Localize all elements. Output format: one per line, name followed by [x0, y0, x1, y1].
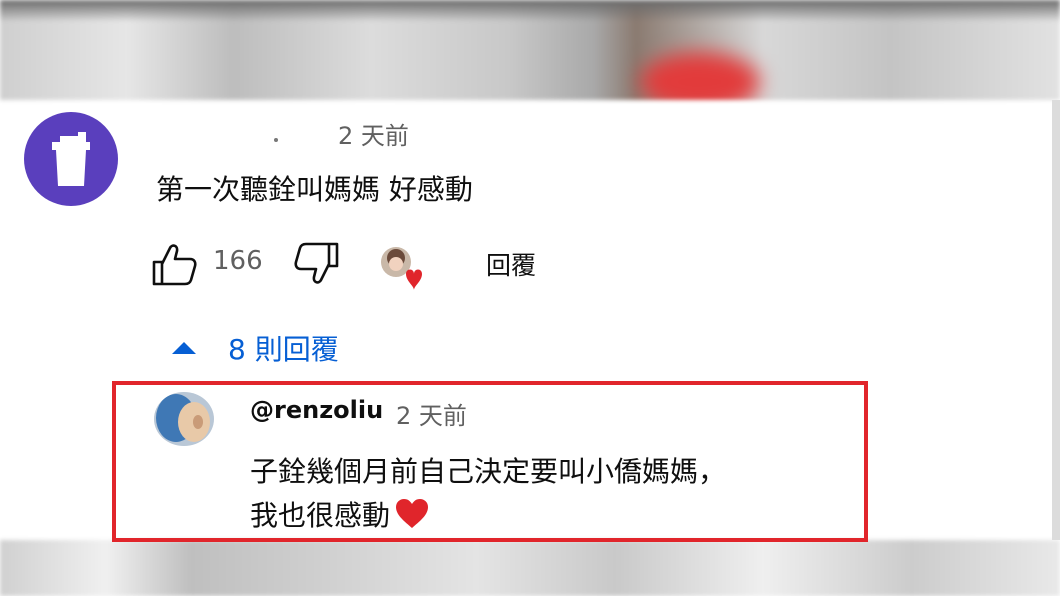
- creator-heart-icon: [381, 247, 422, 290]
- replies-count-label: 8 則回覆: [228, 333, 339, 366]
- thumbs-down-icon: [294, 242, 339, 284]
- cup-icon: [52, 132, 90, 186]
- creator-heart-badge[interactable]: [378, 244, 430, 292]
- comment-timestamp[interactable]: 2 天前: [338, 116, 409, 151]
- blurred-shadow: [0, 0, 1060, 22]
- blurred-background-bottom: [0, 540, 1060, 596]
- avatar-image: [154, 392, 214, 446]
- reply-author-handle[interactable]: @renzoliu: [250, 396, 383, 424]
- thumbs-up-icon: [152, 244, 197, 286]
- right-edge-strip: [1052, 100, 1060, 540]
- reply-text-line-1: 子銓幾個月前自己決定要叫小僑媽媽，: [250, 455, 727, 488]
- redacted-mark: [274, 138, 278, 142]
- reply-button[interactable]: 回覆: [486, 246, 536, 282]
- reply-timestamp[interactable]: 2 天前: [396, 396, 467, 431]
- red-heart-icon: [396, 499, 429, 528]
- commenter-avatar[interactable]: [24, 112, 118, 206]
- blurred-red-shape: [640, 52, 760, 100]
- like-count: 166: [213, 246, 263, 276]
- reply-text-line-2: 我也很感動: [250, 499, 391, 532]
- blurred-background-top: [0, 0, 1060, 100]
- dislike-button[interactable]: [293, 242, 341, 286]
- replies-toggle[interactable]: 8 則回覆: [170, 328, 339, 368]
- caret-up-icon: [172, 342, 196, 354]
- commenter-name-redacted[interactable]: [156, 112, 316, 152]
- reply-author-avatar[interactable]: [154, 392, 214, 446]
- like-button[interactable]: [150, 242, 198, 286]
- reply-text-line-2-container: 我也很感動: [250, 494, 430, 534]
- comment-text: 第一次聽銓叫媽媽 好感動: [156, 173, 473, 206]
